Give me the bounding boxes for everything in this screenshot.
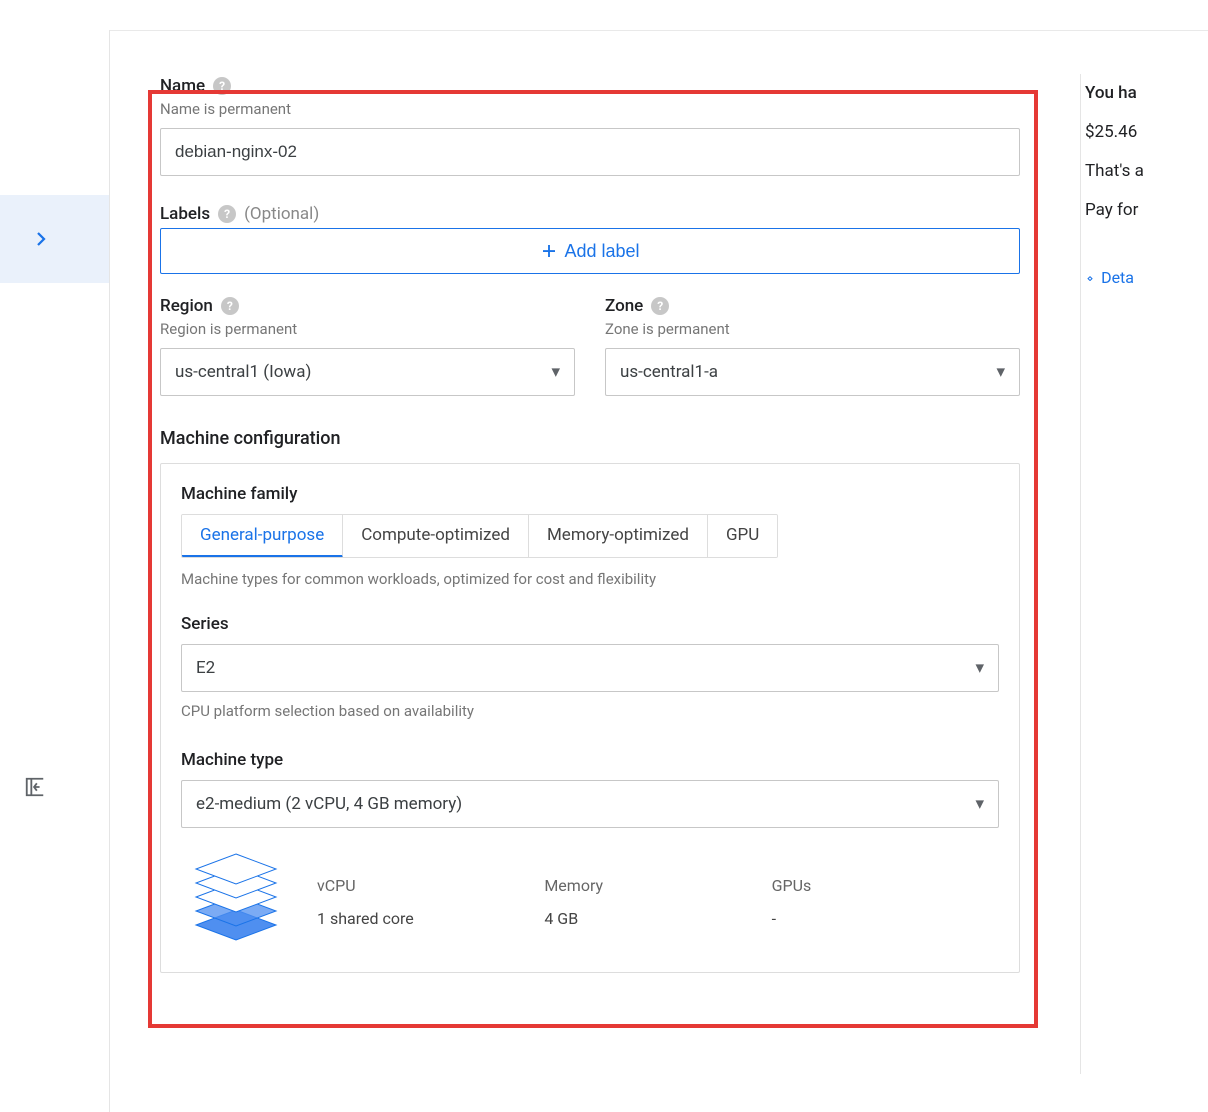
- labels-optional: (Optional): [244, 204, 319, 224]
- vcpu-heading: vCPU: [317, 876, 544, 895]
- help-icon[interactable]: ?: [218, 205, 236, 223]
- gpu-value: -: [772, 909, 999, 928]
- zone-dropdown[interactable]: us-central1-a ▾: [605, 348, 1020, 396]
- memory-value: 4 GB: [544, 909, 771, 928]
- main-form: Name ? Name is permanent Labels ? (Optio…: [110, 30, 1070, 973]
- help-icon[interactable]: ?: [221, 297, 239, 315]
- memory-heading: Memory: [544, 876, 771, 895]
- left-sidebar: [0, 30, 110, 1112]
- machine-specs: vCPU Memory GPUs 1 shared core 4 GB -: [181, 852, 999, 952]
- region-label: Region: [160, 296, 213, 316]
- add-label-button[interactable]: Add label: [160, 228, 1020, 274]
- chevron-down-icon: ▾: [975, 658, 984, 678]
- machine-family-tabs: General-purpose Compute-optimized Memory…: [181, 514, 778, 558]
- right-line4: Pay for: [1081, 191, 1208, 230]
- add-label-text: Add label: [564, 241, 639, 262]
- right-line3: That's a: [1081, 152, 1208, 191]
- name-input[interactable]: [160, 128, 1020, 176]
- help-icon[interactable]: ?: [651, 297, 669, 315]
- right-line1: You ha: [1081, 74, 1208, 113]
- labels-label: Labels: [160, 204, 210, 224]
- tab-general-purpose[interactable]: General-purpose: [182, 515, 343, 558]
- chevron-down-icon: ▾: [975, 794, 984, 814]
- plus-icon: [540, 242, 558, 260]
- expand-icon: ⌄⌃: [1085, 274, 1095, 284]
- series-dropdown[interactable]: E2 ▾: [181, 644, 999, 692]
- machine-type-label: Machine type: [181, 750, 999, 770]
- machine-family-label: Machine family: [181, 484, 999, 504]
- details-link[interactable]: ⌄⌃ Deta: [1081, 260, 1208, 297]
- cpu-stack-icon: [181, 852, 291, 952]
- series-label: Series: [181, 614, 999, 634]
- help-icon[interactable]: ?: [213, 77, 231, 95]
- tab-memory-optimized[interactable]: Memory-optimized: [529, 515, 708, 557]
- name-label: Name: [160, 76, 205, 96]
- name-subtext: Name is permanent: [160, 100, 1020, 118]
- chevron-down-icon: ▾: [996, 362, 1005, 382]
- machine-type-value: e2-medium (2 vCPU, 4 GB memory): [196, 794, 462, 814]
- chevron-right-icon: [32, 230, 50, 248]
- collapse-icon: [24, 776, 46, 798]
- tab-compute-optimized[interactable]: Compute-optimized: [343, 515, 529, 557]
- machine-family-desc: Machine types for common workloads, opti…: [181, 570, 999, 588]
- zone-value: us-central1-a: [620, 362, 718, 382]
- series-value: E2: [196, 658, 215, 678]
- right-line2: $25.46: [1081, 113, 1208, 152]
- sidebar-nav-item[interactable]: [0, 195, 109, 283]
- zone-label: Zone: [605, 296, 643, 316]
- machine-config-card: Machine family General-purpose Compute-o…: [160, 463, 1020, 973]
- collapse-sidebar-button[interactable]: [24, 776, 46, 798]
- machine-config-heading: Machine configuration: [160, 428, 1020, 449]
- region-dropdown[interactable]: us-central1 (Iowa) ▾: [160, 348, 575, 396]
- tab-gpu[interactable]: GPU: [708, 515, 777, 557]
- details-text: Deta: [1101, 260, 1134, 297]
- zone-subtext: Zone is permanent: [605, 320, 1020, 338]
- region-value: us-central1 (Iowa): [175, 362, 311, 382]
- gpu-heading: GPUs: [772, 876, 999, 895]
- right-column: You ha $25.46 That's a Pay for ⌄⌃ Deta: [1080, 74, 1208, 1074]
- vcpu-value: 1 shared core: [317, 909, 544, 928]
- region-subtext: Region is permanent: [160, 320, 575, 338]
- machine-type-dropdown[interactable]: e2-medium (2 vCPU, 4 GB memory) ▾: [181, 780, 999, 828]
- series-subtext: CPU platform selection based on availabi…: [181, 702, 999, 720]
- chevron-down-icon: ▾: [551, 362, 560, 382]
